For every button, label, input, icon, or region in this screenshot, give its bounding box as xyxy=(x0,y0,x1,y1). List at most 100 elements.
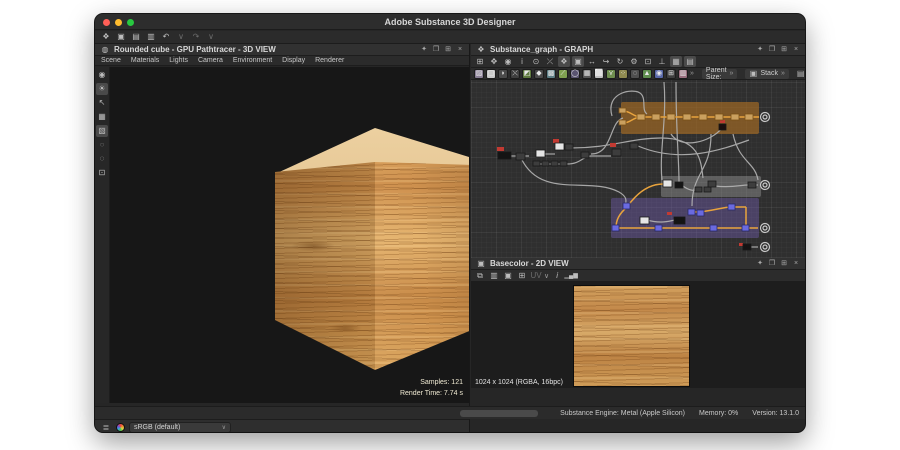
menu-scene[interactable]: Scene xyxy=(101,57,121,64)
info-icon[interactable]: i xyxy=(551,270,563,281)
open-icon[interactable]: ▤ xyxy=(130,32,142,43)
display-settings-icon[interactable]: ⊡ xyxy=(96,167,108,179)
unlink-icon[interactable]: ⤫ xyxy=(544,56,556,67)
table-view-icon[interactable]: ▤ xyxy=(797,68,805,79)
float-window-icon[interactable]: ❐ xyxy=(767,258,777,269)
float-window-icon[interactable]: ❐ xyxy=(431,44,441,55)
close-icon[interactable]: × xyxy=(455,44,465,55)
more-nodes-chevron[interactable]: » xyxy=(690,70,694,77)
texture-icon[interactable]: ▧ xyxy=(96,125,108,137)
curved-links-icon[interactable]: ↪ xyxy=(600,56,612,67)
graph-canvas[interactable] xyxy=(471,80,805,258)
move-tool-icon[interactable]: ✥ xyxy=(488,56,500,67)
directional-blur-node-icon[interactable]: ◆ xyxy=(534,69,544,79)
graph-frames[interactable] xyxy=(611,102,761,238)
bitmap-node-icon[interactable]: ▨ xyxy=(474,69,484,79)
environment-light-icon[interactable]: ◌ xyxy=(96,153,108,165)
undo-menu-chevron[interactable]: ∨ xyxy=(175,32,187,43)
2d-view-header[interactable]: ▣ Basecolor - 2D VIEW ✦❐⊞× xyxy=(471,258,805,270)
histogram-icon[interactable]: ▁▄▆ xyxy=(565,270,577,281)
3d-viewport[interactable]: Samples: 121 Render Time: 7.74 s xyxy=(110,67,469,403)
straight-links-icon[interactable]: ↔ xyxy=(586,56,598,67)
channel-shuffle-node-icon[interactable]: ⤬ xyxy=(510,69,520,79)
bars-node-icon[interactable]: ▥ xyxy=(678,69,688,79)
3d-view-bottom-bar: ≣ sRGB (default) ∨ xyxy=(95,419,470,432)
3d-view-menu-bar: Scene Materials Lights Camera Environment Dis… xyxy=(95,56,469,66)
app-logo-icon[interactable]: ❖ xyxy=(100,32,112,43)
levels-node-icon[interactable]: ◌ xyxy=(630,69,640,79)
normal-node-icon[interactable]: ⬜ xyxy=(594,69,604,79)
info-icon[interactable]: i xyxy=(516,56,528,67)
close-window-button[interactable] xyxy=(103,19,110,26)
export-icon[interactable]: ⊞ xyxy=(516,270,528,281)
timer-icon[interactable]: ↻ xyxy=(614,56,626,67)
save-icon[interactable]: ▥ xyxy=(145,32,157,43)
close-icon[interactable]: × xyxy=(791,258,801,269)
slope-blur-node-icon[interactable]: ⟋ xyxy=(558,69,568,79)
maximize-icon[interactable]: ⊞ xyxy=(779,258,789,269)
light-icon[interactable]: ☀ xyxy=(96,83,108,95)
float-window-icon[interactable]: ❐ xyxy=(767,44,777,55)
graph-header[interactable]: ❖ Substance_graph - GRAPH ✦❐⊞× xyxy=(471,44,805,56)
uv-mode-select[interactable]: UV xyxy=(530,270,542,281)
color-profile-select[interactable]: sRGB (default) ∨ xyxy=(129,422,231,432)
new-substance-icon[interactable]: ▣ xyxy=(115,32,127,43)
pane-graph: ❖ Substance_graph - GRAPH ✦❐⊞× ⊞✥◉i⊙⤫❖▣↔… xyxy=(471,44,805,258)
menu-environment[interactable]: Environment xyxy=(233,57,272,64)
window-title: Adobe Substance 3D Designer xyxy=(95,17,805,27)
camera-icon[interactable]: ◉ xyxy=(96,69,108,81)
menu-display[interactable]: Display xyxy=(282,57,305,64)
save-image-icon[interactable]: ▥ xyxy=(488,270,500,281)
gradient-node-icon[interactable]: ◩ xyxy=(522,69,532,79)
link-create-icon[interactable]: ❖ xyxy=(558,56,570,67)
render-stats: Samples: 121 Render Time: 7.74 s xyxy=(400,378,463,399)
wrench-icon[interactable]: ⚙ xyxy=(628,56,640,67)
layers-icon[interactable]: ⧉ xyxy=(474,270,486,281)
maximize-icon[interactable]: ⊞ xyxy=(443,44,453,55)
2d-canvas[interactable]: 1024 x 1024 (RGBA, 16bpc) xyxy=(471,282,805,388)
grid-snap-icon[interactable]: ▦ xyxy=(670,56,682,67)
menu-lights[interactable]: Lights xyxy=(169,57,188,64)
portal-icon[interactable]: ⊡ xyxy=(642,56,654,67)
pin-icon[interactable]: ✦ xyxy=(419,44,429,55)
tile-node-icon[interactable]: ▦ xyxy=(582,69,592,79)
search-icon[interactable]: ⊙ xyxy=(530,56,542,67)
blend-node-icon[interactable]: ◉ xyxy=(654,69,664,79)
noise-node-icon[interactable]: ▩ xyxy=(546,69,556,79)
layers-icon[interactable]: ≣ xyxy=(100,422,112,432)
pin-icon[interactable]: ✦ xyxy=(755,44,765,55)
redo-menu-chevron[interactable]: ∨ xyxy=(205,32,217,43)
close-icon[interactable]: × xyxy=(791,44,801,55)
menu-camera[interactable]: Camera xyxy=(198,57,223,64)
node-view-icon[interactable]: ▣ xyxy=(572,56,584,67)
paint-icon[interactable]: ⊥ xyxy=(656,56,668,67)
warp-node-icon[interactable]: ⋎ xyxy=(606,69,616,79)
minimize-window-button[interactable] xyxy=(115,19,122,26)
parent-size-button[interactable]: Parent Size: » xyxy=(702,69,738,79)
undo-icon[interactable]: ↶ xyxy=(160,32,172,43)
pyramid-node-icon[interactable]: ▲ xyxy=(642,69,652,79)
menu-renderer[interactable]: Renderer xyxy=(315,57,344,64)
stack-button[interactable]: ▣ Stack » xyxy=(745,69,788,79)
sphere-icon[interactable]: ○ xyxy=(96,139,108,151)
blur-node-icon[interactable]: ◗ xyxy=(498,69,508,79)
uniform-color-node-icon[interactable]: ▢ xyxy=(486,69,496,79)
frame-tool-icon[interactable]: ⊞ xyxy=(474,56,486,67)
select-icon[interactable]: ↖ xyxy=(96,97,108,109)
copy-image-icon[interactable]: ▣ xyxy=(502,270,514,281)
shape-node-icon[interactable]: ◯ xyxy=(570,69,580,79)
menu-materials[interactable]: Materials xyxy=(131,57,159,64)
3d-view-side-toolbar: ◉ ☀ ↖ ▦ ▧ ○ ◌ ⊡ xyxy=(95,67,110,403)
maximize-icon[interactable]: ⊞ xyxy=(779,44,789,55)
redo-icon[interactable]: ↷ xyxy=(190,32,202,43)
splatter-node-icon[interactable]: ⁘ xyxy=(618,69,628,79)
align-icon[interactable]: ▤ xyxy=(684,56,696,67)
material-icon[interactable]: ▦ xyxy=(96,111,108,123)
zoom-window-button[interactable] xyxy=(127,19,134,26)
3d-view-header[interactable]: ◍ Rounded cube - GPU Pathtracer - 3D VIE… xyxy=(95,44,469,56)
graph-output-nodes[interactable] xyxy=(761,113,770,252)
snapshot-icon[interactable]: ◉ xyxy=(502,56,514,67)
pin-icon[interactable]: ✦ xyxy=(755,258,765,269)
grid-node-icon[interactable]: ⊞ xyxy=(666,69,676,79)
color-profile-icon xyxy=(116,423,125,432)
